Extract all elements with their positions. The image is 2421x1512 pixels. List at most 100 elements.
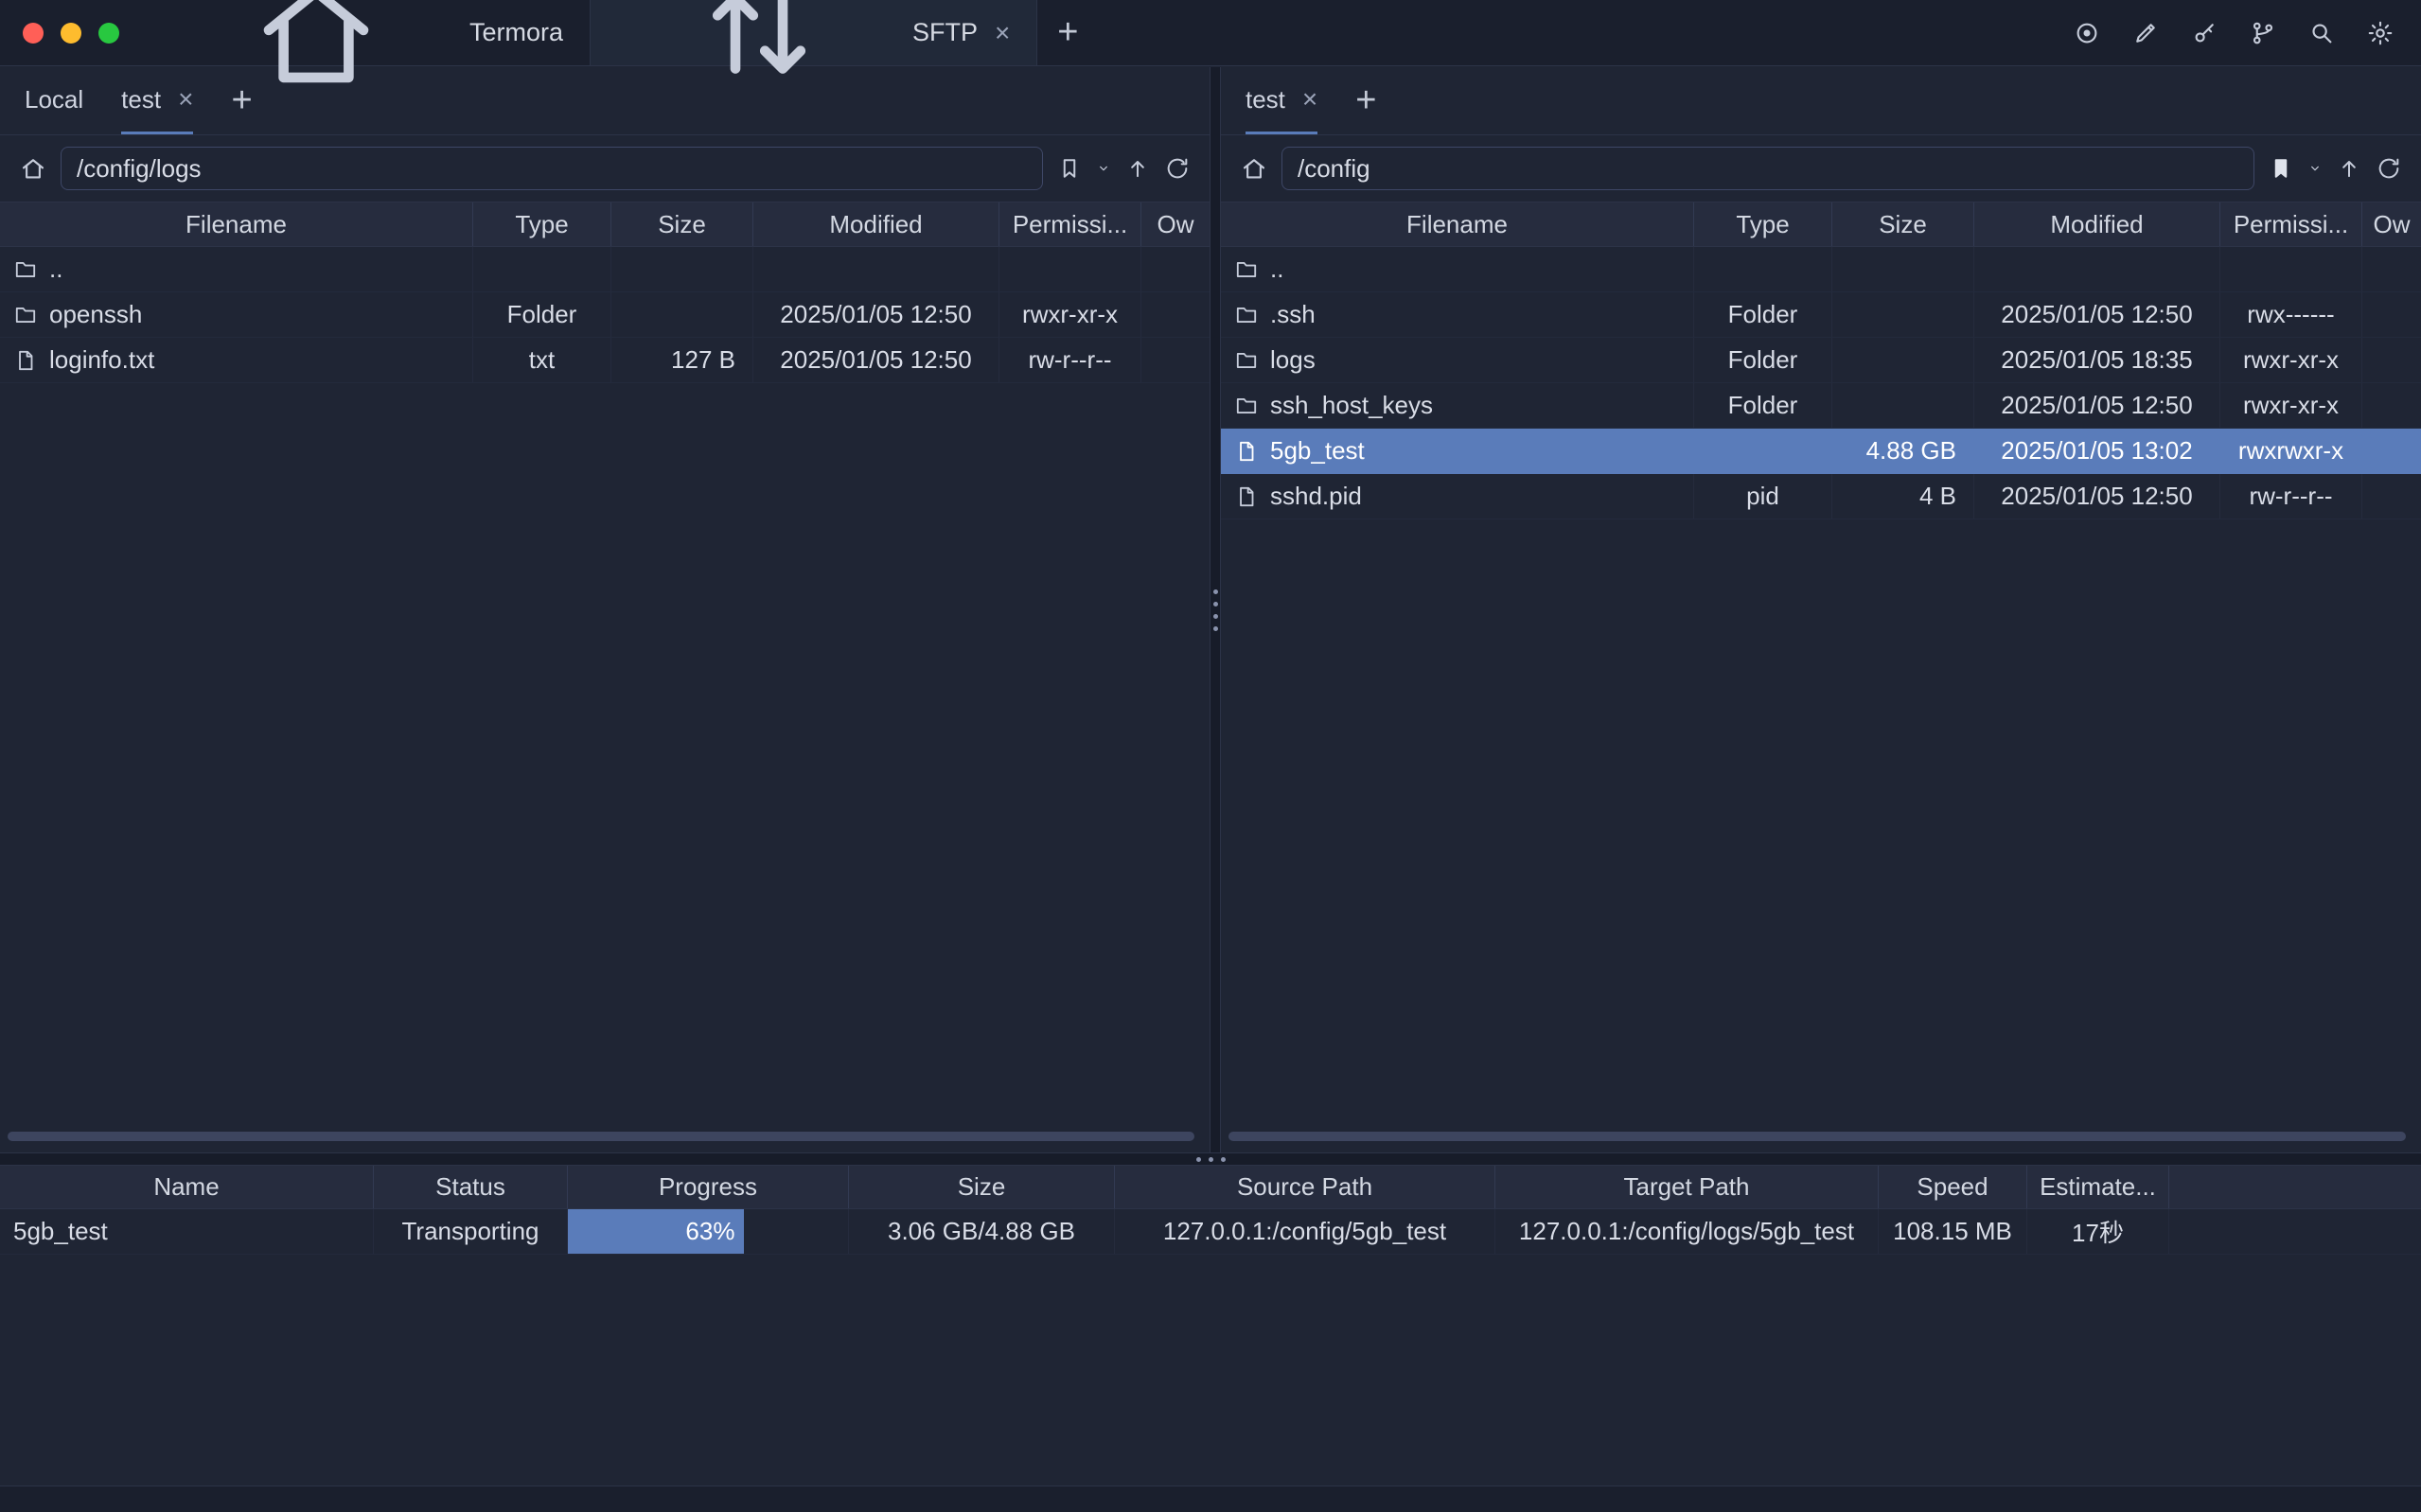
tab-local[interactable]: Local <box>25 67 83 134</box>
edit-icon[interactable] <box>2131 19 2160 47</box>
modified-cell: 2025/01/05 12:50 <box>1974 383 2220 428</box>
key-icon[interactable] <box>2190 19 2218 47</box>
transfer-row[interactable]: 5gb_test Transporting 63% 3.06 GB/4.88 G… <box>0 1209 2421 1255</box>
permissions-cell <box>2220 247 2362 291</box>
table-row[interactable]: logs Folder 2025/01/05 18:35 rwxr-xr-x <box>1221 338 2421 383</box>
owner-cell <box>2362 292 2421 337</box>
folder-icon <box>1234 257 1259 282</box>
column-header-name[interactable]: Name <box>0 1166 374 1208</box>
column-header-estimate[interactable]: Estimate... <box>2027 1166 2169 1208</box>
table-row[interactable]: .ssh Folder 2025/01/05 12:50 rwx------ <box>1221 292 2421 338</box>
zoom-window-button[interactable] <box>98 23 119 44</box>
transfer-name-cell: 5gb_test <box>0 1209 374 1254</box>
horizontal-scrollbar-thumb[interactable] <box>1228 1132 2406 1141</box>
column-header-status[interactable]: Status <box>374 1166 568 1208</box>
tab-test[interactable]: test × <box>121 67 193 134</box>
refresh-icon <box>2376 155 2402 182</box>
column-header-type[interactable]: Type <box>473 202 611 246</box>
close-icon[interactable]: × <box>995 20 1010 46</box>
column-header-filename[interactable]: Filename <box>1221 202 1694 246</box>
column-header-progress[interactable]: Progress <box>568 1166 849 1208</box>
tab-termora[interactable]: Termora <box>148 0 590 65</box>
refresh-button[interactable] <box>2376 155 2402 182</box>
record-icon[interactable] <box>2073 19 2101 47</box>
bookmark-button[interactable] <box>1056 155 1083 182</box>
column-header-target-path[interactable]: Target Path <box>1495 1166 1879 1208</box>
up-arrow-icon <box>2336 155 2362 182</box>
column-header-permissions[interactable]: Permissi... <box>2220 202 2362 246</box>
size-cell <box>611 247 753 291</box>
left-table-body: .. openssh Folder 2025/01/05 12:50 rwxr-… <box>0 247 1210 383</box>
size-cell <box>1832 247 1974 291</box>
horizontal-splitter[interactable] <box>0 1152 2421 1166</box>
transfer-source-cell: 127.0.0.1:/config/5gb_test <box>1115 1209 1495 1254</box>
tab-sftp[interactable]: SFTP × <box>590 0 1037 65</box>
transfer-status-cell: Transporting <box>374 1209 568 1254</box>
vertical-splitter[interactable] <box>1210 67 1221 1152</box>
bookmark-dropdown-button[interactable] <box>1096 161 1111 176</box>
filename-cell: .. <box>1221 247 1694 291</box>
owner-cell <box>2362 429 2421 473</box>
table-row[interactable]: loginfo.txt txt 127 B 2025/01/05 12:50 r… <box>0 338 1210 383</box>
path-input[interactable] <box>1281 147 2254 190</box>
column-header-permissions[interactable]: Permissi... <box>999 202 1141 246</box>
column-header-speed[interactable]: Speed <box>1879 1166 2027 1208</box>
folder-icon <box>13 303 38 327</box>
table-row[interactable]: ssh_host_keys Folder 2025/01/05 12:50 rw… <box>1221 383 2421 429</box>
parent-directory-button[interactable] <box>1124 155 1151 182</box>
settings-gear-icon[interactable] <box>2366 19 2394 47</box>
column-header-owner[interactable]: Ow <box>1141 202 1210 246</box>
titlebar-actions <box>2073 0 2421 65</box>
bookmark-filled-icon <box>2268 155 2294 182</box>
column-header-size[interactable]: Size <box>849 1166 1115 1208</box>
owner-cell <box>1141 292 1210 337</box>
new-session-tab-button[interactable]: + <box>231 67 252 134</box>
column-header-modified[interactable]: Modified <box>753 202 999 246</box>
owner-cell <box>2362 247 2421 291</box>
transfer-speed-cell: 108.15 MB <box>1879 1209 2027 1254</box>
column-header-size[interactable]: Size <box>1832 202 1974 246</box>
permissions-cell: rwxr-xr-x <box>2220 383 2362 428</box>
close-icon[interactable]: × <box>1302 86 1317 113</box>
close-icon[interactable]: × <box>178 86 193 113</box>
filename-text: .. <box>49 255 62 284</box>
left-table-header: Filename Type Size Modified Permissi... … <box>0 202 1210 247</box>
tab-test[interactable]: test × <box>1246 67 1317 134</box>
bookmark-button[interactable] <box>2268 155 2294 182</box>
horizontal-scrollbar-thumb[interactable] <box>8 1132 1194 1141</box>
close-window-button[interactable] <box>23 23 44 44</box>
column-header-type[interactable]: Type <box>1694 202 1832 246</box>
modified-cell: 2025/01/05 12:50 <box>753 338 999 382</box>
tab-label: Termora <box>469 18 563 47</box>
table-row-selected[interactable]: 5gb_test 4.88 GB 2025/01/05 13:02 rwxrwx… <box>1221 429 2421 474</box>
table-row[interactable]: sshd.pid pid 4 B 2025/01/05 12:50 rw-r--… <box>1221 474 2421 519</box>
transfer-estimate-cell: 17秒 <box>2027 1209 2169 1254</box>
permissions-cell: rwx------ <box>2220 292 2362 337</box>
filename-text: .. <box>1270 255 1283 284</box>
table-row[interactable]: .. <box>1221 247 2421 292</box>
column-header-modified[interactable]: Modified <box>1974 202 2220 246</box>
progress-bar-fill: 63% <box>568 1209 744 1254</box>
column-header-filename[interactable]: Filename <box>0 202 473 246</box>
table-row[interactable]: .. <box>0 247 1210 292</box>
minimize-window-button[interactable] <box>61 23 81 44</box>
bookmark-dropdown-button[interactable] <box>2307 161 2323 176</box>
home-icon[interactable] <box>1240 154 1268 183</box>
search-icon[interactable] <box>2307 19 2336 47</box>
new-session-tab-button[interactable]: + <box>1355 67 1376 134</box>
owner-cell <box>2362 474 2421 519</box>
folder-icon <box>13 257 38 282</box>
modified-cell: 2025/01/05 13:02 <box>1974 429 2220 473</box>
parent-directory-button[interactable] <box>2336 155 2362 182</box>
column-header-owner[interactable]: Ow <box>2362 202 2421 246</box>
column-header-size[interactable]: Size <box>611 202 753 246</box>
up-arrow-icon <box>1124 155 1151 182</box>
home-icon[interactable] <box>19 154 47 183</box>
new-tab-button[interactable]: + <box>1037 0 1098 65</box>
branch-icon[interactable] <box>2249 19 2277 47</box>
column-header-source-path[interactable]: Source Path <box>1115 1166 1495 1208</box>
refresh-button[interactable] <box>1164 155 1191 182</box>
path-input[interactable] <box>61 147 1043 190</box>
table-row[interactable]: openssh Folder 2025/01/05 12:50 rwxr-xr-… <box>0 292 1210 338</box>
type-cell: txt <box>473 338 611 382</box>
